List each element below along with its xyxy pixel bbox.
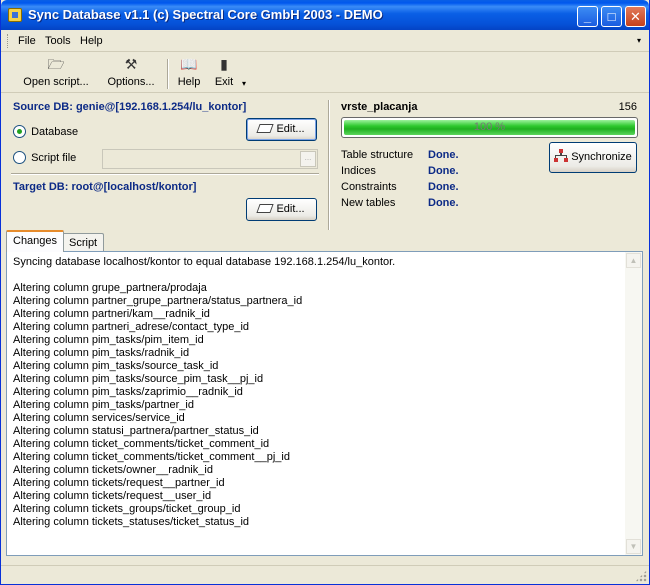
menu-grip[interactable] (7, 34, 10, 48)
target-db-label: Target DB: root@[localhost/kontor] (13, 181, 197, 193)
toolbar-dropdown-chevron-icon[interactable]: ▾ (242, 79, 246, 88)
log-line: Altering column grupe_partnera/prodaja (13, 282, 207, 294)
edit-book-icon (256, 124, 275, 133)
log-line: Altering column pim_tasks/pim_item_id (13, 334, 204, 346)
log-line: Altering column ticket_comments/ticket_c… (13, 438, 270, 450)
source-edit-button[interactable]: Edit... (246, 118, 317, 141)
app-icon[interactable] (8, 8, 22, 22)
help-label: Help (177, 76, 201, 88)
scroll-up-button[interactable]: ▲ (626, 253, 641, 268)
tab-script[interactable]: Script (62, 233, 105, 252)
log-line: Altering column services/service_id (13, 412, 185, 424)
folder-open-icon: 🗁 (47, 56, 65, 72)
minimize-button[interactable]: _ (577, 6, 598, 27)
log-line: Altering column partneri/kam__radnik_id (13, 308, 210, 320)
wrench-icon: ⚒ (124, 56, 138, 72)
scroll-down-button[interactable]: ▼ (626, 539, 641, 554)
menu-overflow-chevron-icon[interactable]: ▾ (637, 36, 641, 45)
toolbar: 🗁 Open script... ⚒ Options... 📖 Help ▮ E… (1, 53, 649, 93)
synchronize-label: Synchronize (571, 151, 632, 163)
target-edit-label: Edit... (276, 203, 305, 215)
open-script-label: Open script... (23, 76, 89, 88)
exit-label: Exit (214, 76, 234, 88)
log-line: Altering column pim_tasks/radnik_id (13, 347, 190, 359)
log-line: Altering column pim_tasks/source_task_id (13, 360, 219, 372)
menu-bar: File Tools Help ▾ (1, 30, 649, 52)
title-bar[interactable]: Sync Database v1.1 (c) Spectral Core Gmb… (1, 0, 649, 30)
menu-help[interactable]: Help (80, 35, 103, 47)
log-line: Syncing database localhost/kontor to equ… (13, 256, 396, 268)
resize-grip[interactable] (635, 570, 647, 582)
menu-tools[interactable]: Tools (45, 35, 71, 47)
log-line: Altering column tickets_statuses/ticket_… (13, 516, 250, 528)
exit-button[interactable]: ▮ Exit (211, 56, 237, 90)
status-value-constraints: Done. (428, 181, 459, 193)
log-line: Altering column tickets/request__partner… (13, 477, 225, 489)
book-icon: 📖 (180, 56, 198, 72)
edit-book-icon (256, 204, 275, 213)
synchronize-button[interactable]: Synchronize (549, 142, 637, 173)
log-line: Altering column partner_grupe_partnera/s… (13, 295, 303, 307)
toolbar-separator (167, 59, 169, 89)
app-window: Sync Database v1.1 (c) Spectral Core Gmb… (0, 0, 650, 585)
radio-script-file-indicator[interactable] (13, 151, 26, 164)
vertical-scrollbar[interactable]: ▲ ▼ (625, 252, 642, 555)
changes-log[interactable]: Syncing database localhost/kontor to equ… (6, 251, 643, 556)
radio-database-indicator[interactable] (13, 125, 26, 138)
status-label-new-tables: New tables (341, 197, 396, 209)
help-button[interactable]: 📖 Help (175, 56, 203, 90)
progress-percent: 100 % (473, 121, 506, 133)
log-line: Altering column ticket_comments/ticket_c… (13, 451, 290, 463)
current-table-name: vrste_placanja (341, 101, 418, 113)
status-value-indices: Done. (428, 165, 459, 177)
radio-script-file-label: Script file (31, 151, 77, 164)
synchronize-icon (554, 149, 569, 162)
panel-divider (328, 100, 330, 230)
status-bar (1, 565, 649, 584)
radio-database-label: Database (31, 125, 79, 138)
radio-script-file[interactable]: Script file (13, 151, 76, 167)
status-label-table-structure: Table structure (341, 149, 414, 161)
log-line: Altering column tickets/request__user_id (13, 490, 212, 502)
menu-file[interactable]: File (18, 35, 36, 47)
maximize-button[interactable]: □ (601, 6, 622, 27)
status-label-indices: Indices (341, 165, 376, 177)
browse-file-button[interactable]: ... (300, 151, 316, 167)
section-divider (11, 173, 319, 175)
options-button[interactable]: ⚒ Options... (102, 56, 160, 90)
script-file-input[interactable]: ... (102, 149, 318, 169)
target-edit-button[interactable]: Edit... (246, 198, 317, 221)
status-value-new-tables: Done. (428, 197, 459, 209)
table-count: 156 (618, 101, 637, 113)
log-line: Altering column tickets_groups/ticket_gr… (13, 503, 241, 515)
source-db-label: Source DB: genie@[192.168.1.254/lu_konto… (13, 101, 247, 113)
log-line: Altering column statusi_partnera/partner… (13, 425, 259, 437)
log-text: Syncing database localhost/kontor to equ… (13, 256, 623, 529)
tab-changes[interactable]: Changes (6, 230, 65, 252)
door-icon: ▮ (220, 56, 228, 72)
status-label-constraints: Constraints (341, 181, 397, 193)
window-title: Sync Database v1.1 (c) Spectral Core Gmb… (28, 7, 383, 22)
log-line: Altering column partneri_adrese/contact_… (13, 321, 250, 333)
options-label: Options... (107, 76, 155, 88)
close-button[interactable]: ✕ (625, 6, 646, 27)
log-line: Altering column pim_tasks/partner_id (13, 399, 194, 411)
log-line: Altering column tickets/owner__radnik_id (13, 464, 213, 476)
radio-database[interactable]: Database (13, 125, 78, 141)
status-value-table-structure: Done. (428, 149, 459, 161)
log-line: Altering column pim_tasks/zaprimio__radn… (13, 386, 243, 398)
log-line: Altering column pim_tasks/source_pim_tas… (13, 373, 264, 385)
progress-bar: 100 % (341, 117, 638, 138)
source-edit-label: Edit... (276, 123, 305, 135)
open-script-button[interactable]: 🗁 Open script... (20, 56, 92, 90)
